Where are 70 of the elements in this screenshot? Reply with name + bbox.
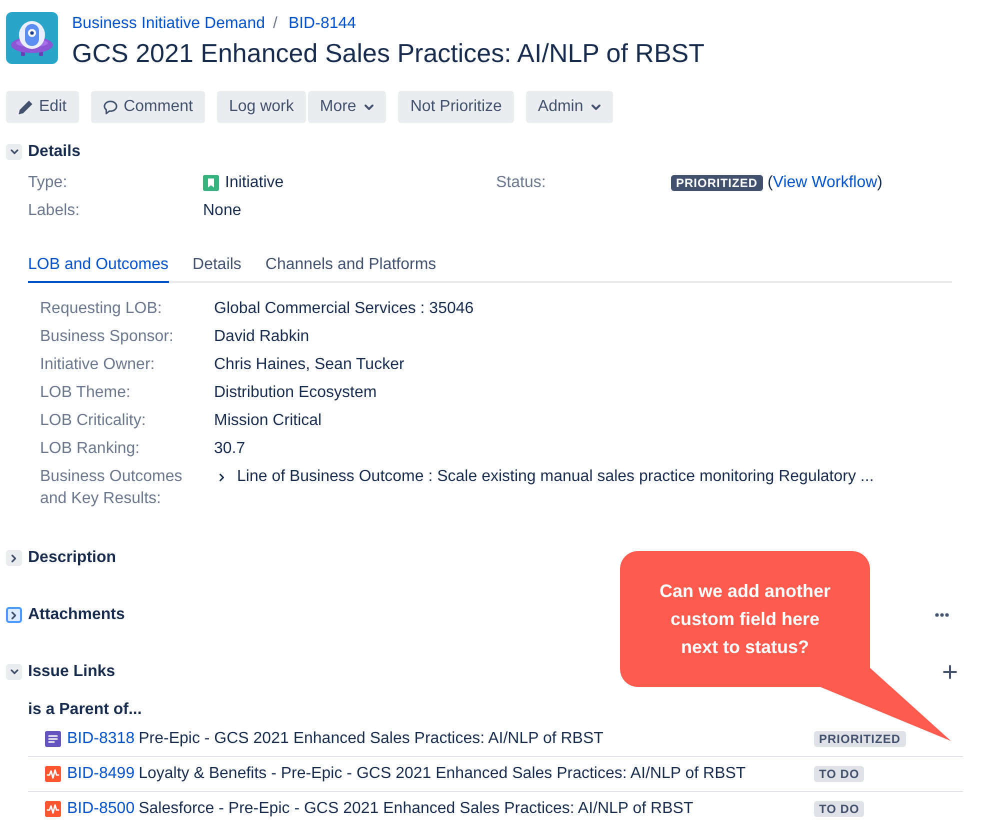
pulse-icon: [45, 766, 61, 782]
field-value: David Rabkin: [214, 327, 310, 347]
toolbar-button[interactable]: Comment: [90, 91, 205, 123]
field-label: Initiative Owner:: [40, 355, 156, 375]
pencil-icon: [18, 100, 33, 114]
field-label: Requesting LOB:: [40, 299, 163, 319]
toolbar-button[interactable]: More: [308, 91, 386, 123]
section-title: Attachments: [28, 606, 125, 624]
section-title: Description: [28, 549, 116, 567]
toolbar-button[interactable]: Admin: [526, 91, 614, 123]
issue-summary: Salesforce - Pre-Epic - GCS 2021 Enhanced Sales Practices: AI/NLP of RBST: [138, 800, 694, 818]
issue-summary: Loyalty & Benefits - Pre-Epic - GCS 2021 Enhanced Sales Practices: AI/NLP of RBST: [138, 765, 746, 783]
section-title: Details: [28, 143, 80, 161]
issue-title: GCS 2021 Enhanced Sales Practices: AI/NLP of RBST: [72, 37, 705, 70]
tab[interactable]: Channels and Platforms: [265, 253, 436, 283]
document-icon: [45, 731, 61, 747]
breadcrumb-separator: /: [272, 14, 278, 34]
field-value: Chris Haines, Sean Tucker: [214, 355, 404, 375]
section-toggle[interactable]: [6, 550, 22, 566]
status-lozenge: TO DO: [814, 766, 864, 782]
toolbar-button[interactable]: Edit: [6, 91, 79, 123]
more-icon[interactable]: [935, 613, 949, 617]
issue-key-link[interactable]: BID-8499: [67, 765, 135, 783]
caret-icon: [364, 104, 374, 110]
chevron-down-icon: [10, 669, 18, 675]
status-lozenge: PRIORITIZED: [671, 175, 763, 191]
issue-key-link[interactable]: BID-8500: [67, 800, 135, 818]
toolbar-button[interactable]: Log work: [216, 91, 306, 123]
chevron-down-icon: [10, 149, 18, 155]
field-value: Line of Business Outcome : Scale existing manual sales practice monitoring Regulatory ...: [237, 467, 874, 487]
view-workflow-link[interactable]: View Workflow: [772, 174, 878, 191]
section-toggle[interactable]: [6, 664, 22, 680]
field-label: LOB Criticality:: [40, 411, 147, 431]
status-lozenge: TO DO: [814, 801, 864, 817]
project-logo-icon: [6, 12, 58, 64]
workflow-note: (View Workflow): [768, 174, 882, 192]
callout-text: Can we add another custom field here next to status?: [658, 580, 832, 659]
field-value: Global Commercial Services : 35046: [214, 299, 474, 319]
toolbar-button[interactable]: Not Prioritize: [398, 91, 514, 123]
section-toggle[interactable]: [6, 144, 22, 160]
field-value: None: [203, 202, 242, 220]
field-label: LOB Ranking:: [40, 439, 141, 459]
field-value: 30.7: [214, 439, 246, 459]
field-value: Initiative: [225, 174, 284, 192]
breadcrumb-link[interactable]: BID-8144: [288, 12, 356, 36]
field-label: LOB Theme:: [40, 383, 132, 403]
status-lozenge: PRIORITIZED: [814, 731, 906, 747]
chevron-right-icon: [11, 610, 17, 620]
comment-icon: [102, 100, 118, 114]
field-label: Business Sponsor:: [40, 327, 174, 347]
pulse-icon: [45, 801, 61, 817]
field-value: Distribution Ecosystem: [214, 383, 377, 403]
field-label: Labels:: [28, 202, 80, 220]
link-group-title: is a Parent of...: [28, 700, 142, 720]
issue-key-link[interactable]: BID-8318: [67, 730, 135, 748]
chevron-right-icon: [11, 554, 17, 562]
field-value: Mission Critical: [214, 411, 322, 431]
add-icon[interactable]: [943, 665, 957, 679]
issue-summary: Pre-Epic - GCS 2021 Enhanced Sales Practices: AI/NLP of RBST: [138, 730, 604, 748]
field-label: Type:: [28, 174, 68, 192]
field-label: Business Outcomes and Key Results:: [40, 467, 184, 509]
section-toggle[interactable]: [6, 607, 22, 623]
tab[interactable]: Details: [192, 253, 242, 283]
section-title: Issue Links: [28, 663, 116, 681]
caret-icon: [591, 104, 602, 110]
tab[interactable]: LOB and Outcomes: [28, 253, 169, 283]
breadcrumb-link[interactable]: Business Initiative Demand: [72, 12, 265, 36]
field-label: Status:: [496, 174, 546, 192]
bookmark-icon: [203, 175, 219, 191]
chevron-right-icon[interactable]: [219, 472, 225, 482]
